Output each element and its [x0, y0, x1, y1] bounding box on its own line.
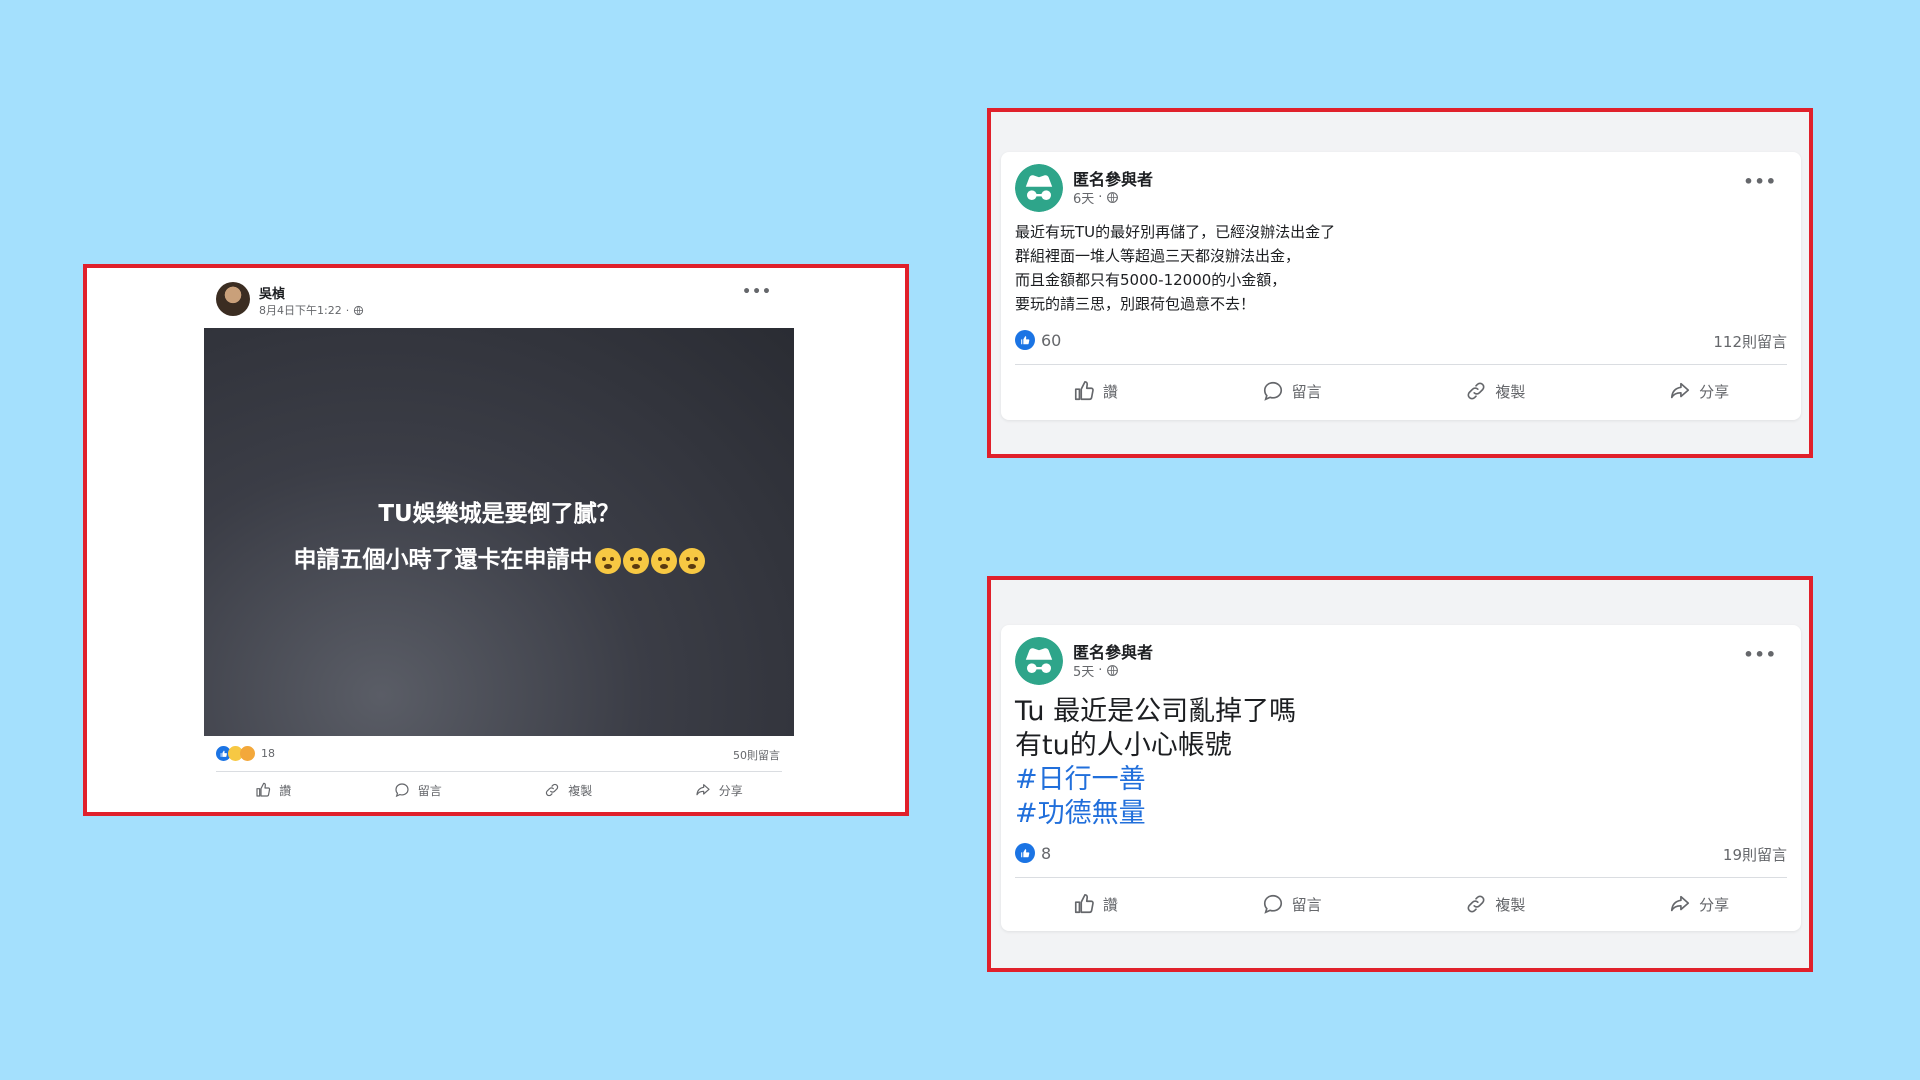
left-post-frame: 吳楨 8月4日下午1:22 · ••• TU娛樂城是要倒了膩？ 申請五個小時了還… [83, 264, 909, 816]
bottom-right-post-frame: 匿名參與者 5天 · ••• Tu 最近是公司亂掉了嗎 有tu的人小心帳號 #日… [987, 576, 1813, 972]
worried-face-icon [622, 547, 649, 574]
share-button[interactable]: 分享 [695, 782, 743, 799]
comment-icon [1262, 380, 1284, 402]
share-label: 分享 [718, 783, 743, 798]
like-button[interactable]: 讚 [1073, 380, 1118, 402]
hashtag-link[interactable]: #功德無量 [1015, 797, 1296, 831]
hashtag-link[interactable]: #日行一善 [1015, 763, 1296, 797]
copy-label: 複製 [568, 783, 593, 798]
copy-button[interactable]: 複製 [1465, 893, 1525, 915]
top-right-post-frame: 匿名參與者 6天 · ••• 最近有玩TU的最好別再儲了，已經沒辦法出金了 群組… [987, 108, 1813, 458]
share-button[interactable]: 分享 [1669, 380, 1729, 402]
reaction-summary[interactable]: 60 [1015, 330, 1061, 350]
share-label: 分享 [1699, 382, 1730, 401]
like-icon [1073, 380, 1095, 402]
like-icon [1073, 893, 1095, 915]
like-reaction-icon [1015, 843, 1035, 863]
post-body-line2: 有tu的人小心帳號 [1015, 730, 1232, 761]
post-meta: 5天 · [1073, 661, 1119, 680]
action-bar: 讚 留言 複製 分享 [1001, 370, 1801, 412]
action-bar: 讚 留言 複製 分享 [1001, 883, 1801, 925]
author-name[interactable]: 匿名參與者 [1073, 166, 1153, 190]
avatar[interactable] [216, 282, 250, 316]
anonymous-avatar-icon[interactable] [1015, 164, 1063, 212]
like-label: 讚 [1102, 895, 1118, 914]
post-timestamp[interactable]: 8月4日下午1:22 [259, 302, 342, 318]
divider [1015, 364, 1787, 365]
like-button[interactable]: 讚 [255, 782, 291, 799]
post-body: 最近有玩TU的最好別再儲了，已經沒辦法出金了 群組裡面一堆人等超過三天都沒辦法出… [1015, 223, 1336, 313]
divider [216, 771, 782, 772]
thinking-face-icon [678, 547, 705, 574]
like-label: 讚 [1102, 382, 1118, 401]
globe-icon [1106, 664, 1119, 677]
share-button[interactable]: 分享 [1669, 893, 1729, 915]
comment-label: 留言 [1291, 895, 1322, 914]
comment-count[interactable]: 112則留言 [1713, 331, 1787, 352]
thinking-face-icon [650, 547, 677, 574]
copy-label: 複製 [1495, 382, 1526, 401]
comment-button[interactable]: 留言 [394, 782, 442, 799]
image-text-line2: 申請五個小時了還卡在申請中 [293, 547, 593, 573]
like-reaction-icon [1015, 330, 1035, 350]
more-dots-icon[interactable]: ••• [1743, 645, 1777, 664]
divider [1015, 877, 1787, 878]
action-bar: 讚 留言 複製 分享 [204, 775, 794, 805]
post-image[interactable]: TU娛樂城是要倒了膩？ 申請五個小時了還卡在申請中 [204, 328, 794, 736]
globe-icon [1106, 191, 1119, 204]
share-label: 分享 [1699, 895, 1730, 914]
post-timestamp[interactable]: 6天 [1073, 188, 1094, 207]
reaction-count: 60 [1041, 330, 1062, 350]
share-icon [695, 782, 711, 798]
author-name[interactable]: 吳楨 [259, 283, 285, 302]
comment-count[interactable]: 50則留言 [733, 747, 780, 763]
comment-button[interactable]: 留言 [1262, 380, 1322, 402]
author-name[interactable]: 匿名參與者 [1073, 639, 1153, 663]
top-right-post-card: 匿名參與者 6天 · ••• 最近有玩TU的最好別再儲了，已經沒辦法出金了 群組… [1001, 152, 1801, 420]
like-label: 讚 [279, 783, 292, 798]
link-icon [544, 782, 560, 798]
like-button[interactable]: 讚 [1073, 893, 1118, 915]
reaction-count: 18 [261, 747, 275, 760]
more-dots-icon[interactable]: ••• [742, 284, 772, 300]
share-icon [1669, 893, 1691, 915]
more-dots-icon[interactable]: ••• [1743, 172, 1777, 191]
reaction-count: 8 [1041, 843, 1052, 863]
post-body: Tu 最近是公司亂掉了嗎 有tu的人小心帳號 #日行一善 #功德無量 [1015, 695, 1296, 831]
link-icon [1465, 380, 1487, 402]
comment-button[interactable]: 留言 [1262, 893, 1322, 915]
like-icon [255, 782, 271, 798]
left-post-card: 吳楨 8月4日下午1:22 · ••• TU娛樂城是要倒了膩？ 申請五個小時了還… [204, 270, 794, 810]
reaction-summary[interactable]: 8 [1015, 843, 1051, 863]
post-timestamp[interactable]: 5天 [1073, 661, 1094, 680]
copy-button[interactable]: 複製 [1465, 380, 1525, 402]
comment-icon [1262, 893, 1284, 915]
image-text-line2-row: 申請五個小時了還卡在申請中 [204, 540, 794, 574]
comment-icon [394, 782, 410, 798]
copy-label: 複製 [1495, 895, 1526, 914]
image-text-line1: TU娛樂城是要倒了膩？ [378, 501, 620, 527]
post-body-line1: Tu 最近是公司亂掉了嗎 [1015, 696, 1297, 727]
anonymous-avatar-icon[interactable] [1015, 637, 1063, 685]
reaction-icons [216, 746, 255, 761]
comment-label: 留言 [417, 783, 442, 798]
post-meta: 8月4日下午1:22 · [259, 302, 364, 318]
share-icon [1669, 380, 1691, 402]
comment-label: 留言 [1291, 382, 1322, 401]
link-icon [1465, 893, 1487, 915]
worried-face-icon [594, 547, 621, 574]
copy-button[interactable]: 複製 [544, 782, 592, 799]
reaction-summary[interactable]: 18 [216, 746, 275, 761]
comment-count[interactable]: 19則留言 [1723, 844, 1787, 865]
bottom-right-post-card: 匿名參與者 5天 · ••• Tu 最近是公司亂掉了嗎 有tu的人小心帳號 #日… [1001, 625, 1801, 931]
post-meta: 6天 · [1073, 188, 1119, 207]
care-reaction-icon [240, 746, 255, 761]
globe-icon [353, 305, 364, 316]
